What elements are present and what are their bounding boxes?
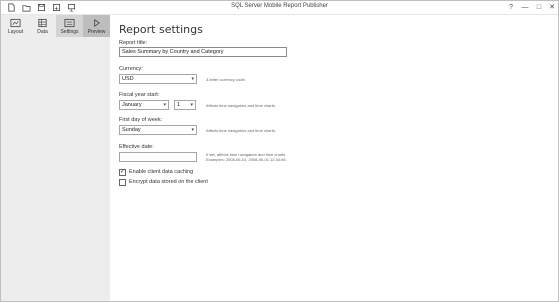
fiscal-year-hint: Affects time navigators and time charts. (206, 103, 276, 108)
tab-preview-label: Preview (87, 29, 106, 35)
tab-layout[interactable]: Layout (2, 15, 29, 37)
fiscal-year-label: Fiscal year start: (119, 92, 160, 98)
first-day-value: Sunday (122, 127, 141, 133)
help-button[interactable]: ? (504, 2, 518, 14)
maximize-button[interactable]: □ (532, 2, 546, 14)
fiscal-month-value: January (122, 102, 142, 108)
tab-data-label: Data (37, 29, 48, 35)
caching-label[interactable]: Enable client data caching (129, 169, 193, 175)
tab-preview[interactable]: Preview (83, 15, 110, 37)
report-title-input[interactable]: Sales Summary by Country and Category (119, 47, 287, 57)
layout-icon (10, 18, 21, 28)
minimize-button[interactable]: — (518, 2, 532, 14)
page-title: Report settings (119, 23, 203, 36)
effective-date-hint-2: Examples: 2008-06-01, 2008-06-01 12:34:5… (206, 157, 287, 162)
chevron-down-icon: ▾ (191, 127, 194, 133)
fiscal-day-value: 1 (177, 102, 181, 108)
title-bar: SQL Server Mobile Report Publisher ? — □… (1, 1, 558, 15)
tab-layout-label: Layout (7, 29, 23, 35)
currency-select[interactable]: USD ▾ (119, 74, 197, 84)
app-window: SQL Server Mobile Report Publisher ? — □… (0, 0, 559, 302)
chevron-down-icon: ▾ (191, 76, 194, 82)
fiscal-month-select[interactable]: January ▾ (119, 100, 169, 110)
settings-icon (64, 18, 75, 28)
first-day-label: First day of week: (119, 117, 163, 123)
left-panel: Layout Data Settings Preview (1, 15, 110, 301)
caching-checkbox[interactable]: ✓ (119, 169, 126, 176)
window-title: SQL Server Mobile Report Publisher (231, 3, 328, 9)
effective-date-input[interactable] (119, 152, 197, 162)
close-button[interactable]: ✕ (545, 2, 559, 14)
chevron-down-icon: ▾ (190, 102, 193, 108)
first-day-select[interactable]: Sunday ▾ (119, 125, 197, 135)
first-day-hint: Affects time navigators and time charts. (206, 128, 276, 133)
tab-settings-label: Settings (60, 29, 79, 35)
currency-hint: 3-letter currency code. (206, 77, 246, 82)
tab-data[interactable]: Data (29, 15, 56, 37)
preview-icon (94, 19, 100, 27)
currency-value: USD (122, 76, 134, 82)
encrypt-label[interactable]: Encrypt data stored on the client (129, 179, 208, 185)
data-icon (38, 18, 47, 28)
tab-settings[interactable]: Settings (56, 15, 83, 37)
effective-date-label: Effective date: (119, 144, 154, 150)
encrypt-checkbox[interactable] (119, 179, 126, 186)
view-tabs: Layout Data Settings Preview (1, 15, 110, 37)
fiscal-day-select[interactable]: 1 ▾ (174, 100, 196, 110)
chevron-down-icon: ▾ (163, 102, 166, 108)
settings-panel: Report settings Report title: Sales Summ… (111, 15, 558, 301)
currency-label: Currency: (119, 66, 143, 72)
report-title-label: Report title: (119, 40, 148, 46)
